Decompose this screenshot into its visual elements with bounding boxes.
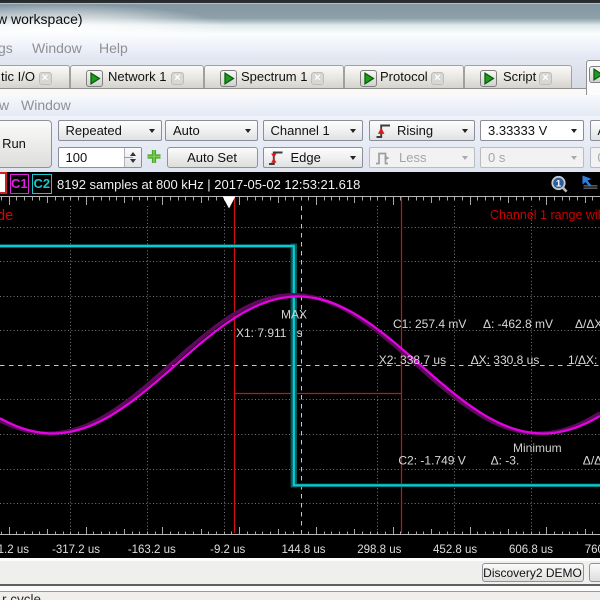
svg-text:-163.2 us: -163.2 us xyxy=(128,544,176,556)
svg-text:298.8 us: 298.8 us xyxy=(357,544,401,556)
svg-text:452.8 us: 452.8 us xyxy=(433,544,477,556)
svg-text:-471.2 us: -471.2 us xyxy=(0,544,29,556)
svg-text:C1: 257.4 mV: C1: 257.4 mV xyxy=(393,317,466,331)
svg-text:1/ΔX:: 1/ΔX: xyxy=(568,353,597,367)
svg-text:760.8 us: 760.8 us xyxy=(585,544,600,556)
svg-text:606.8 us: 606.8 us xyxy=(509,544,553,556)
svg-text:de: de xyxy=(0,208,13,224)
svg-text:C2: -1.749 V: C2: -1.749 V xyxy=(398,454,465,468)
svg-text:Δ/ΔX: Δ/ΔX xyxy=(575,317,600,331)
svg-text:Δ: -462.8 mV: Δ: -462.8 mV xyxy=(483,317,553,331)
svg-text:-317.2 us: -317.2 us xyxy=(52,544,100,556)
svg-text:MAX: MAX xyxy=(281,308,307,322)
svg-text:-9.2 us: -9.2 us xyxy=(210,544,245,556)
svg-text:Channel 1 range wil: Channel 1 range wil xyxy=(490,208,600,222)
svg-text:ΔX: 330.8 us: ΔX: 330.8 us xyxy=(471,353,540,367)
svg-text:Minimum: Minimum xyxy=(513,441,562,455)
svg-text:144.8 us: 144.8 us xyxy=(281,544,325,556)
svg-text:X2: 338.7 us: X2: 338.7 us xyxy=(379,353,446,367)
svg-text:Δ: -3.: Δ: -3. xyxy=(491,454,520,468)
svg-text:Δ/Δ: Δ/Δ xyxy=(583,454,600,468)
